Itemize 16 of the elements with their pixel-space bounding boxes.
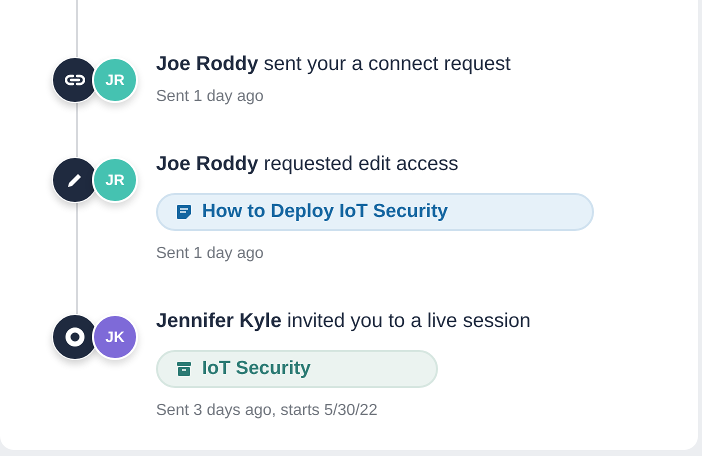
resource-chip[interactable]: IoT Security [156, 350, 438, 388]
user-avatar: JK [92, 314, 138, 360]
resource-chip[interactable]: How to Deploy IoT Security [156, 193, 594, 231]
timestamp: Sent 3 days ago, starts 5/30/22 [156, 401, 378, 421]
archive-icon [176, 361, 192, 377]
activity-text: Joe Roddy sent your a connect request [156, 52, 511, 76]
activity-text: Joe Roddy requested edit access [156, 152, 458, 176]
user-avatar: JR [92, 157, 138, 203]
timestamp: Sent 1 day ago [156, 244, 264, 264]
activity-text: Jennifer Kyle invited you to a live session [156, 309, 531, 333]
timestamp: Sent 1 day ago [156, 87, 264, 107]
pencil-icon [66, 171, 84, 189]
user-avatar: JR [92, 57, 138, 103]
link-icon [65, 74, 85, 86]
record-icon [65, 327, 85, 347]
note-icon [176, 204, 192, 220]
